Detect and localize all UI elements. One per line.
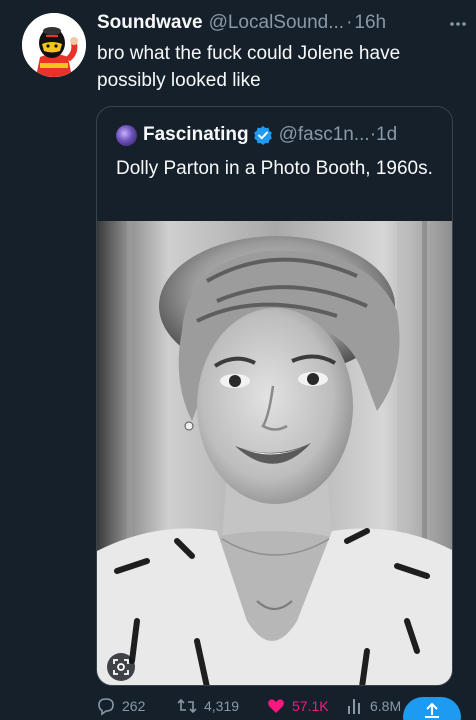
tweet-header: Soundwave @LocalSound... · 16h — [97, 10, 467, 36]
views-button[interactable]: 6.8M — [346, 693, 401, 719]
quote-text: Dolly Parton in a Photo Booth, 1960s. — [116, 158, 433, 179]
quote-avatar[interactable] — [116, 124, 137, 146]
quote-header: Fascinating @fasc1n... · 1d — [116, 123, 446, 147]
repost-button[interactable]: 4,319 — [176, 693, 239, 719]
separator-dot: · — [346, 12, 353, 33]
verified-badge-icon — [253, 125, 273, 145]
heart-filled-icon — [268, 699, 284, 713]
author-avatar[interactable] — [22, 13, 86, 77]
repost-count: 4,319 — [204, 698, 240, 714]
views-count: 6.8M — [370, 698, 402, 714]
share-up-arrow-icon — [425, 702, 439, 718]
tweet[interactable]: Soundwave @LocalSound... · 16h bro what … — [0, 0, 476, 720]
reply-bubble-icon — [98, 698, 114, 716]
tweet-text: bro what the fuck could Jolene have poss… — [97, 43, 401, 91]
reply-button[interactable]: 262 — [96, 693, 145, 719]
quote-timestamp[interactable]: 1d — [376, 124, 397, 146]
like-count: 57.1K — [292, 698, 329, 714]
quoted-tweet-card[interactable]: Fascinating @fasc1n... · 1d Dolly Parton… — [96, 106, 453, 686]
lens-search-icon[interactable] — [107, 653, 135, 681]
quote-author-name[interactable]: Fascinating — [143, 124, 249, 146]
more-dots-icon[interactable] — [449, 14, 467, 32]
share-button[interactable] — [403, 697, 461, 720]
author-handle[interactable]: @LocalSound... — [209, 12, 345, 34]
repost-arrows-icon — [177, 698, 197, 714]
views-bar-icon — [348, 699, 360, 714]
quote-photo[interactable] — [97, 221, 452, 685]
tweet-timestamp[interactable]: 16h — [354, 12, 386, 34]
reply-count: 262 — [122, 698, 146, 714]
like-button[interactable]: 57.1K — [266, 693, 329, 719]
quote-author-handle[interactable]: @fasc1n... — [279, 124, 370, 146]
author-name[interactable]: Soundwave — [97, 12, 203, 34]
